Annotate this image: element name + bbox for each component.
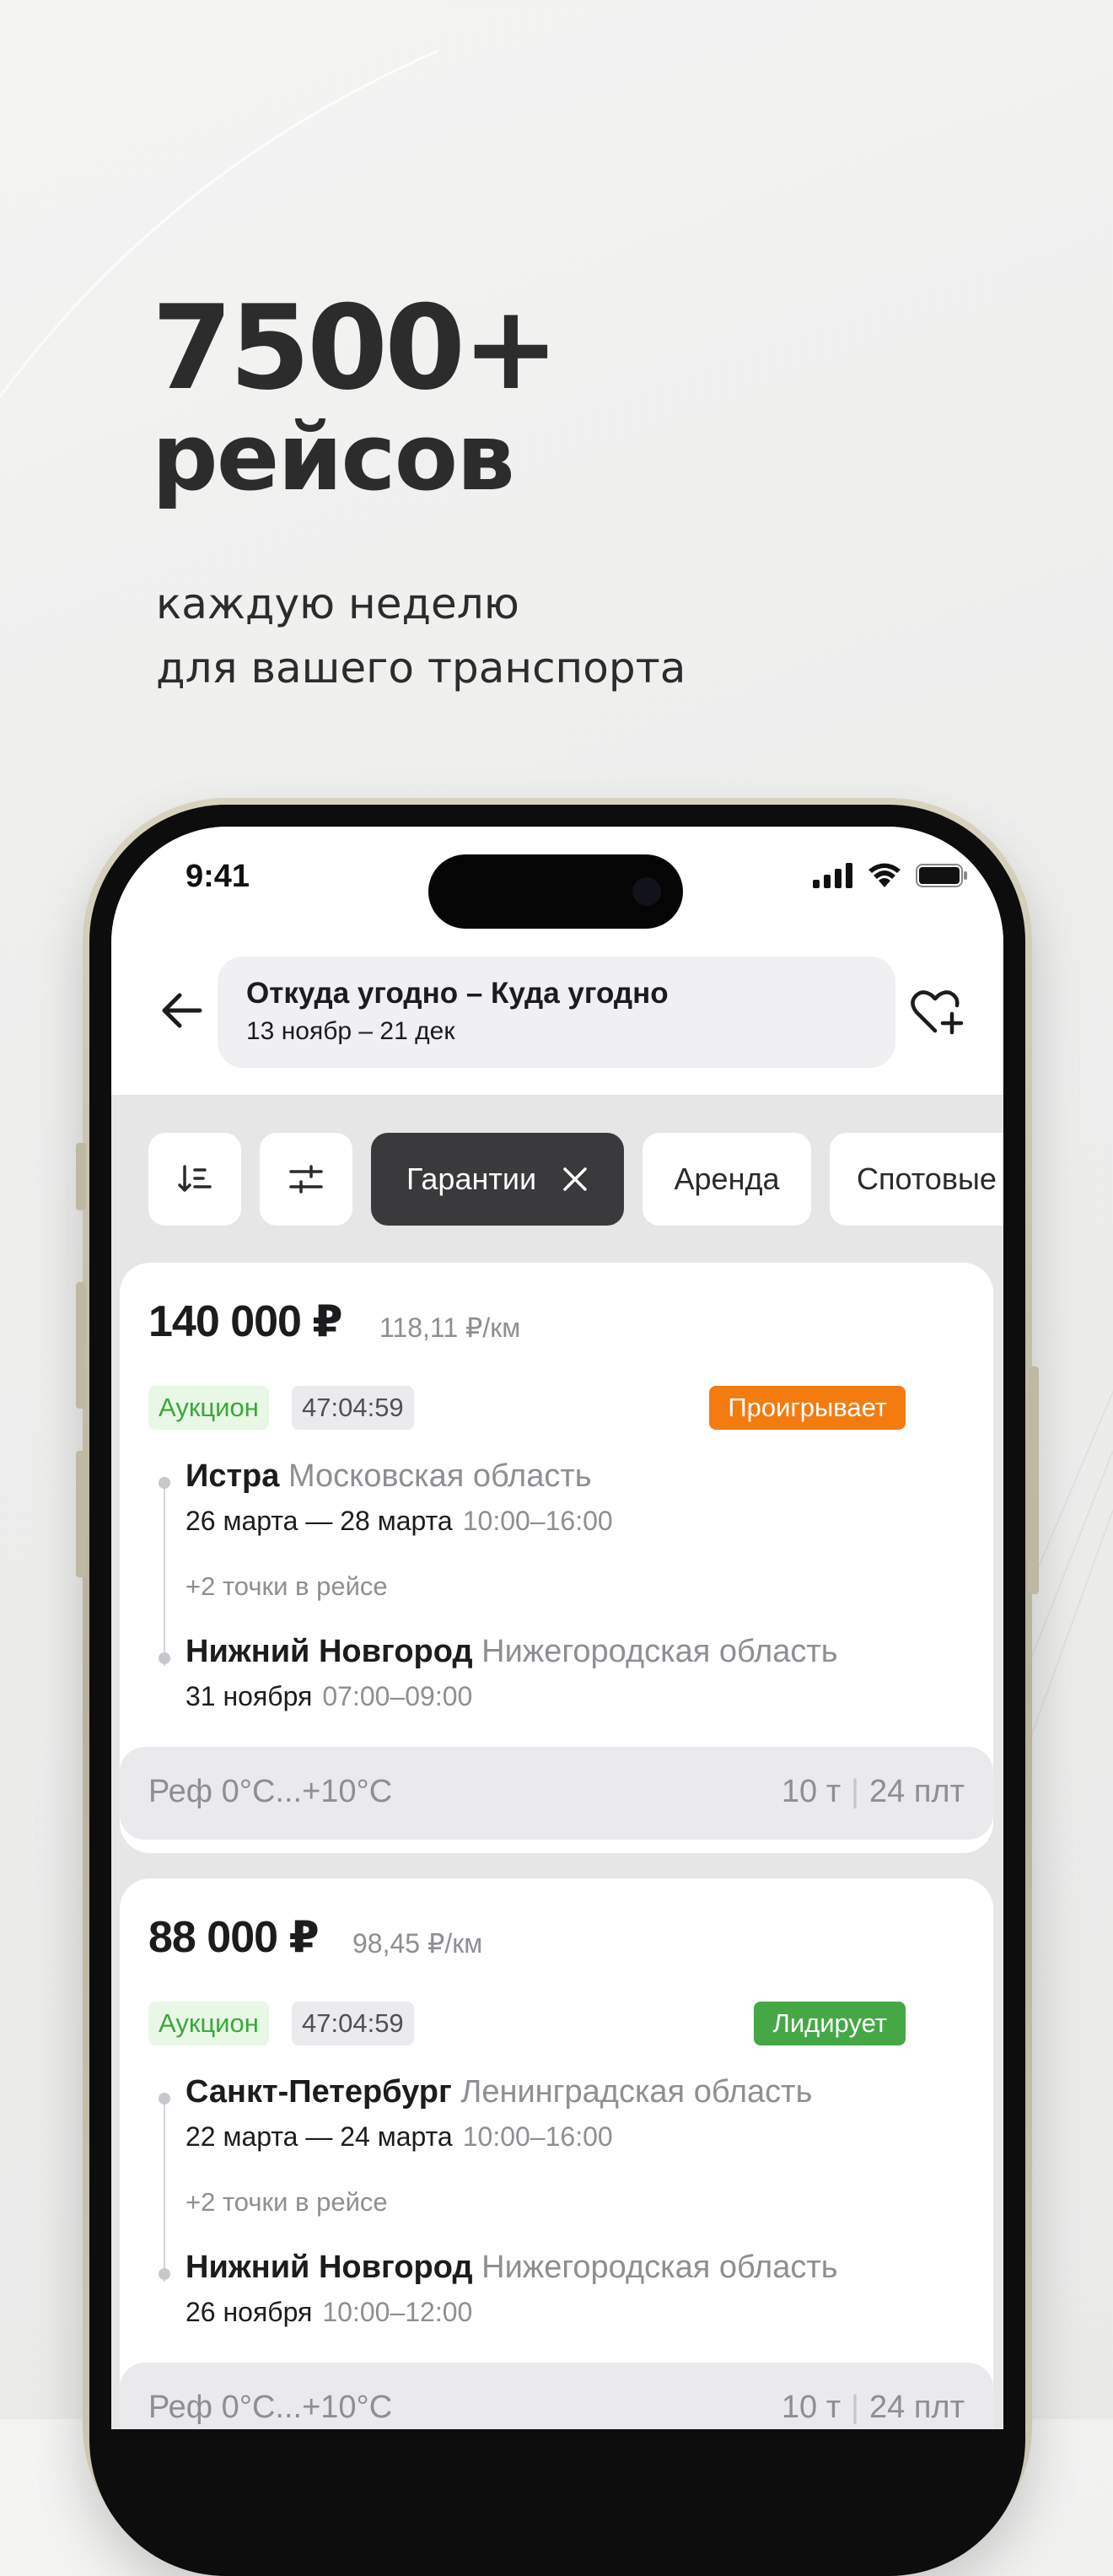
subtitle-line-1: каждую неделю [156, 579, 519, 628]
origin-date-range: 22 марта — 24 марта [186, 2121, 453, 2152]
destination-date-value: 26 ноября [186, 2297, 313, 2327]
extra-points: +2 точки в рейсе [186, 1571, 388, 1601]
chip-rent-label: Аренда [674, 1161, 780, 1196]
heart-plus-icon [911, 990, 964, 1035]
status-time: 9:41 [186, 859, 250, 894]
chip-spot[interactable]: Спотовые [830, 1133, 1003, 1226]
wifi-icon [868, 863, 901, 887]
auction-tag: Аукцион [148, 1386, 269, 1430]
cargo-type: Реф 0°C...+10°C [148, 1774, 393, 1809]
camera-icon [632, 877, 661, 906]
destination-time: 10:00–12:00 [322, 2297, 473, 2327]
back-button[interactable] [148, 977, 216, 1044]
cargo-info-row: Реф 0°C...+10°C 10 т | 24 плт [120, 2363, 993, 2429]
cargo-weight: 10 т [781, 1774, 841, 1809]
phone-button-volume-up [76, 1282, 86, 1409]
phone-button-action [76, 1143, 86, 1210]
destination-date-value: 31 ноября [186, 1681, 313, 1711]
dynamic-island [428, 854, 683, 929]
destination-region: Нижегородская область [481, 1634, 838, 1669]
promo-subtitle: каждую неделю для вашего транспорта [156, 572, 686, 700]
subtitle-line-2: для вашего транспорта [156, 644, 686, 693]
origin-region: Ленинградская область [460, 2074, 813, 2110]
filter-chips: Гарантии Аренда Спотовые [148, 1133, 1003, 1226]
cargo-pallets: 24 плт [869, 1774, 965, 1809]
cargo-weight: 10 т [781, 2390, 841, 2425]
origin-city: Санкт-Петербург Ленинградская область [186, 2074, 812, 2110]
destination-city: Нижний Новгород Нижегородская область [186, 2250, 838, 2286]
cargo-type: Реф 0°C...+10°C [148, 2390, 393, 2425]
promo-headline: 7500+ рейсов [152, 280, 560, 511]
favorite-button[interactable] [904, 978, 971, 1046]
sort-icon [178, 1165, 212, 1192]
phone-button-power [1029, 1366, 1039, 1594]
origin-city-name: Истра [186, 1458, 280, 1494]
top-bar: 9:41 Откуда угодно – Куда угодно 13 нояб… [111, 827, 1003, 1095]
signal-icon [813, 863, 852, 888]
cargo-capacity: 10 т | 24 плт [782, 2390, 965, 2426]
route-title: Откуда угодно – Куда угодно [246, 977, 669, 1010]
status-badge: Проигрывает [709, 1386, 906, 1430]
sort-button[interactable] [148, 1133, 241, 1226]
separator: | [851, 1774, 860, 1809]
chip-spot-label: Спотовые [857, 1161, 997, 1196]
destination-time: 07:00–09:00 [322, 1681, 473, 1711]
arrow-left-icon [162, 993, 202, 1028]
headline-word: рейсов [152, 403, 515, 511]
chip-guarantees-label: Гарантии [406, 1161, 537, 1196]
route-line [164, 1485, 165, 1666]
destination-region: Нижегородская область [481, 2250, 838, 2285]
origin-date-range: 26 марта — 28 марта [186, 1506, 453, 1536]
chip-rent[interactable]: Аренда [643, 1133, 811, 1226]
origin-region: Московская область [288, 1458, 592, 1494]
app-screen: 9:41 Откуда угодно – Куда угодно 13 нояб… [111, 827, 1003, 2429]
auction-tag: Аукцион [148, 2002, 269, 2045]
separator: | [851, 2390, 860, 2425]
headline-number: 7500+ [152, 280, 560, 416]
route-start-dot [159, 1477, 170, 1489]
origin-city-name: Санкт-Петербург [186, 2074, 452, 2110]
cargo-pallets: 24 плт [869, 2390, 965, 2425]
battery-icon [916, 864, 967, 887]
route-end-dot [159, 2268, 170, 2280]
price-per-km: 98,45 ₽/км [352, 1928, 483, 1959]
route-dates: 13 ноябр – 21 дек [246, 1017, 455, 1045]
chip-guarantees[interactable]: Гарантии [371, 1133, 624, 1226]
cargo-info-row: Реф 0°C...+10°C 10 т | 24 плт [120, 1747, 993, 1840]
destination-date: 26 ноября 10:00–12:00 [186, 2297, 472, 2328]
cargo-capacity: 10 т | 24 плт [782, 1774, 965, 1810]
route-start-dot [159, 2093, 170, 2104]
price: 88 000 ₽ [148, 1913, 320, 1962]
price: 140 000 ₽ [148, 1297, 343, 1346]
origin-time: 10:00–16:00 [462, 2121, 613, 2152]
phone-button-volume-down [76, 1451, 86, 1577]
timer-tag: 47:04:59 [292, 1386, 414, 1430]
load-card[interactable]: 140 000 ₽ 118,11 ₽/км Аукцион 47:04:59 П… [120, 1263, 993, 1853]
status-badge: Лидирует [754, 2002, 906, 2045]
filter-settings-button[interactable] [260, 1133, 352, 1226]
route-end-dot [159, 1652, 170, 1664]
origin-date: 26 марта — 28 марта 10:00–16:00 [186, 1506, 613, 1537]
destination-city: Нижний Новгород Нижегородская область [186, 1634, 838, 1670]
status-icons [813, 862, 968, 889]
close-icon[interactable] [562, 1166, 589, 1193]
origin-time: 10:00–16:00 [462, 1506, 613, 1536]
route-line [164, 2101, 165, 2282]
extra-points: +2 точки в рейсе [186, 2187, 388, 2217]
route-search-field[interactable]: Откуда угодно – Куда угодно 13 ноябр – 2… [218, 957, 895, 1068]
sliders-icon [289, 1165, 323, 1194]
origin-city: Истра Московская область [186, 1458, 592, 1495]
timer-tag: 47:04:59 [292, 2002, 414, 2045]
origin-date: 22 марта — 24 марта 10:00–16:00 [186, 2121, 613, 2153]
destination-city-name: Нижний Новгород [186, 1634, 473, 1669]
destination-city-name: Нижний Новгород [186, 2250, 473, 2285]
load-card[interactable]: 88 000 ₽ 98,45 ₽/км Аукцион 47:04:59 Лид… [120, 1878, 993, 2429]
price-per-km: 118,11 ₽/км [379, 1312, 521, 1343]
destination-date: 31 ноября 07:00–09:00 [186, 1681, 472, 1712]
